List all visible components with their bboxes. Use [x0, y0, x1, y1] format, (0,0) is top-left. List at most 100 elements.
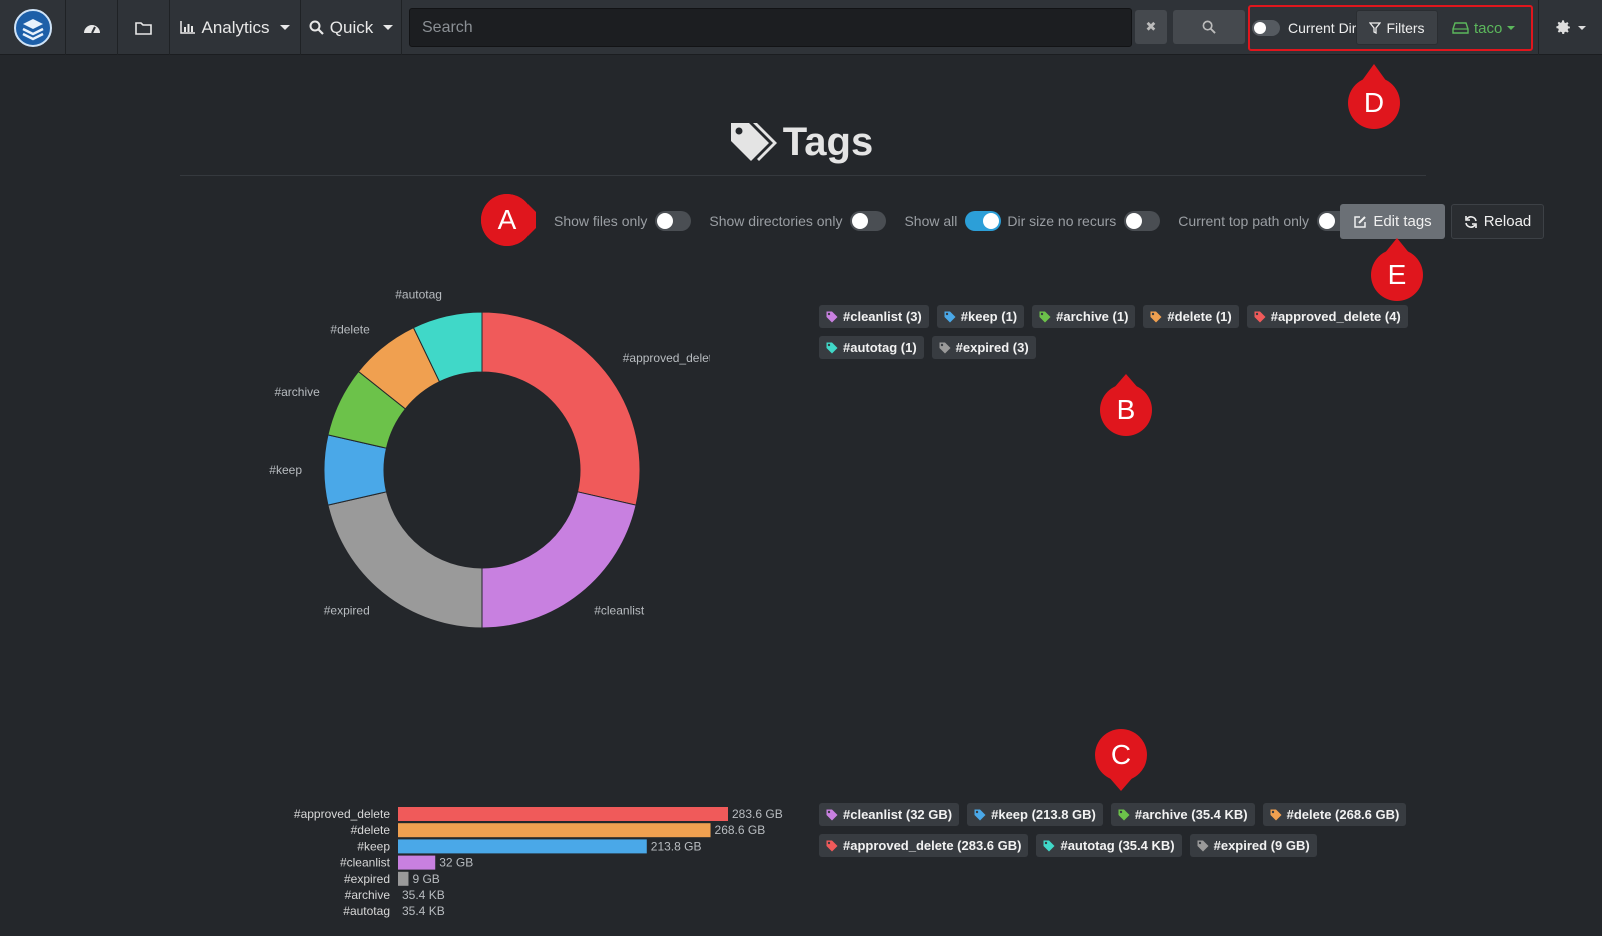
current-dir-label: Current Dir — [1288, 20, 1357, 36]
callout-marker-b: B — [1097, 374, 1155, 436]
search-field[interactable] — [409, 8, 1132, 47]
current-dir-switch[interactable] — [1252, 20, 1280, 36]
tag-chip[interactable]: #delete (1) — [1143, 305, 1239, 328]
tag-chip[interactable]: #archive (1) — [1032, 305, 1136, 328]
tag-chip-label: #expired (9 GB) — [1213, 838, 1310, 853]
dashboard-button[interactable] — [66, 0, 118, 55]
tag-chip[interactable]: #cleanlist (32 GB) — [819, 803, 960, 826]
tag-icon — [1118, 809, 1130, 820]
tag-count-list: #cleanlist (3) #keep (1) #archive (1) #dele… — [819, 305, 1409, 359]
tag-icon — [1270, 809, 1282, 820]
tag-size-bar-chart: #approved_delete 283.6 GB #delete 268.6 GB #… — [250, 805, 810, 925]
quick-menu[interactable]: Quick — [301, 0, 402, 55]
reload-button[interactable]: Reload — [1451, 204, 1544, 239]
bar-category-label: #keep — [357, 839, 390, 853]
marker-label: B — [1116, 394, 1136, 425]
search-button[interactable] — [1173, 10, 1245, 44]
tag-icon — [974, 809, 986, 820]
quick-label: Quick — [329, 17, 374, 37]
show-all-toggle[interactable] — [965, 211, 1002, 231]
user-menu[interactable]: taco — [1452, 16, 1516, 40]
tag-chip-label: #cleanlist (3) — [843, 309, 922, 324]
show-dirs-only-control[interactable]: Show directories only — [709, 211, 887, 231]
tag-chip[interactable]: #cleanlist (3) — [819, 305, 929, 328]
file-browser-button[interactable] — [118, 0, 170, 55]
tag-chip[interactable]: #keep (1) — [936, 305, 1025, 328]
current-dir-toggle[interactable]: Current Dir — [1252, 16, 1356, 40]
tag-chip-label: #expired (3) — [955, 340, 1029, 355]
tag-icon — [939, 342, 951, 353]
tag-chip[interactable]: #archive (35.4 KB) — [1110, 803, 1255, 826]
analytics-menu[interactable]: Analytics — [170, 0, 301, 55]
tags-icon — [730, 123, 777, 161]
tag-chip[interactable]: #expired (9 GB) — [1189, 834, 1317, 857]
tag-icon — [1254, 311, 1266, 322]
bar[interactable] — [398, 855, 436, 870]
dir-size-no-recurs-control[interactable]: Dir size no recurs — [1007, 211, 1161, 231]
page-title: Tags — [782, 119, 874, 164]
bar-category-label: #cleanlist — [340, 856, 391, 870]
gear-icon — [1556, 20, 1570, 35]
tag-icon — [1150, 311, 1162, 322]
tag-count-donut-chart: #approved_delete #cleanlist #expired #keep #… — [250, 265, 719, 655]
bar[interactable] — [398, 807, 728, 821]
bar-category-label: #approved_delete — [294, 807, 390, 821]
tag-chip-label: #cleanlist (32 GB) — [843, 807, 953, 822]
bar-category-label: #expired — [344, 872, 390, 886]
show-files-only-toggle[interactable] — [655, 211, 692, 231]
user-label: taco — [1474, 19, 1503, 37]
bar-category-label: #archive — [345, 888, 391, 902]
refresh-icon — [1464, 215, 1477, 228]
clear-search-button[interactable]: ✖ — [1135, 10, 1167, 44]
tag-chip[interactable]: #approved_delete (4) — [1246, 305, 1408, 328]
close-icon: ✖ — [1145, 19, 1157, 34]
chevron-down-icon — [1507, 26, 1516, 30]
donut-slice-label: #approved_delete — [623, 351, 710, 365]
tag-icon — [826, 840, 838, 851]
tag-chip[interactable]: #autotag (35.4 KB) — [1036, 834, 1182, 857]
bar-value-label: 35.4 KB — [402, 888, 445, 902]
tag-chip[interactable]: #expired (3) — [931, 336, 1036, 359]
bar-value-label: 213.8 GB — [651, 839, 702, 853]
filter-icon — [1369, 21, 1382, 34]
donut-slice-label: #delete — [330, 322, 370, 336]
logo-icon — [13, 8, 52, 47]
filters-button[interactable]: Filters — [1356, 10, 1438, 45]
app-logo[interactable] — [0, 0, 66, 55]
reload-label: Reload — [1483, 213, 1532, 230]
tag-icon — [944, 311, 956, 322]
tag-chip-label: #autotag (35.4 KB) — [1060, 838, 1175, 853]
marker-label: E — [1387, 259, 1407, 290]
donut-slice[interactable] — [481, 311, 641, 506]
bar-value-label: 283.6 GB — [732, 807, 783, 821]
bar-svg: #approved_delete 283.6 GB #delete 268.6 GB #… — [294, 807, 783, 919]
donut-slice-label: #cleanlist — [594, 604, 645, 618]
current-top-path-control[interactable]: Current top path only — [1178, 211, 1354, 231]
edit-tags-button[interactable]: Edit tags — [1340, 204, 1445, 239]
bar[interactable] — [398, 823, 711, 838]
tag-chip-label: #archive (35.4 KB) — [1134, 807, 1248, 822]
tag-chip-label: #delete (268.6 GB) — [1286, 807, 1400, 822]
tag-chip-label: #keep (213.8 GB) — [991, 807, 1096, 822]
tag-chip[interactable]: #approved_delete (283.6 GB) — [819, 834, 1029, 857]
dir-size-no-recurs-toggle[interactable] — [1124, 211, 1161, 231]
bar-chart-icon — [180, 21, 196, 34]
show-files-only-control[interactable]: Show files only — [554, 211, 692, 231]
tag-chip-label: #approved_delete (283.6 GB) — [843, 838, 1022, 853]
settings-menu[interactable] — [1538, 0, 1602, 55]
bar[interactable] — [398, 871, 409, 886]
tag-chip[interactable]: #delete (268.6 GB) — [1262, 803, 1407, 826]
bar[interactable] — [398, 839, 647, 854]
tag-icon — [1043, 840, 1055, 851]
show-all-control[interactable]: Show all — [904, 211, 1002, 231]
search-input[interactable] — [422, 18, 1119, 37]
show-dirs-only-toggle[interactable] — [850, 211, 887, 231]
marker-label: A — [497, 204, 517, 235]
tag-chip[interactable]: #autotag (1) — [819, 336, 924, 359]
donut-slice-label: #autotag — [395, 288, 442, 302]
tag-icon — [1197, 840, 1209, 851]
hard-drive-icon — [1452, 22, 1469, 34]
tag-icon — [826, 311, 838, 322]
tag-chip[interactable]: #keep (213.8 GB) — [967, 803, 1103, 826]
tag-chip-label: #approved_delete (4) — [1270, 309, 1401, 324]
